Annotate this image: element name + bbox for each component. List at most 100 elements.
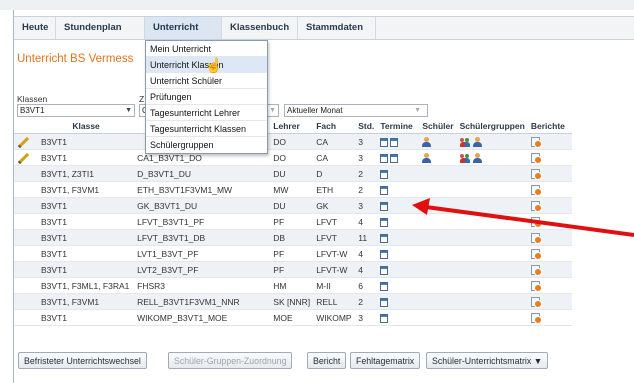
col-berichte: Berichte — [527, 119, 572, 134]
report-icon[interactable] — [530, 136, 542, 148]
befristeter-unterrichtswechsel-button[interactable]: Befristeter Unterrichtswechsel — [18, 352, 147, 369]
calendar-icon[interactable] — [380, 169, 389, 179]
group-icon[interactable] — [459, 137, 470, 147]
student-icon[interactable] — [422, 152, 432, 163]
calendar-icon[interactable] — [380, 217, 389, 227]
table-row[interactable]: B3VT1 DO CA 3 — [14, 133, 572, 150]
cell-berichte — [527, 149, 572, 166]
period-select-value: Aktueller Monat — [287, 106, 343, 115]
cell-termine — [377, 133, 420, 150]
klassen-select[interactable]: B3VT1 ▼ — [17, 104, 135, 117]
cell-std: 4 — [355, 245, 378, 262]
tab-stammdaten[interactable]: Stammdaten — [298, 17, 376, 39]
menu-item-tagesunterricht-klassen[interactable]: Tagesunterricht Klassen — [146, 121, 267, 137]
calendar-icon[interactable] — [390, 137, 399, 147]
col-std[interactable]: Std. — [355, 119, 378, 134]
cell-unterricht: LFVT_B3VT1_DB — [134, 229, 271, 246]
calendar-icon[interactable] — [380, 137, 389, 147]
report-icon[interactable] — [530, 296, 542, 308]
cell-schuelergruppen — [456, 261, 528, 278]
col-klasse[interactable]: Klasse — [38, 119, 135, 134]
schueler-gruppen-zuordnung-button[interactable]: Schüler-Gruppen-Zuordnung — [168, 352, 293, 369]
cell-termine — [377, 245, 420, 262]
calendar-icon[interactable] — [380, 297, 389, 307]
cell-fach: WIKOMP — [313, 309, 356, 326]
calendar-icon[interactable] — [380, 185, 389, 195]
menu-item-pruefungen[interactable]: Prüfungen — [146, 89, 267, 105]
cell-termine — [377, 309, 420, 326]
table-row[interactable]: B3VT1, Z3TI1 D_B3VT1_DU DU D 2 — [14, 165, 572, 182]
col-termine: Termine — [377, 119, 420, 134]
report-icon[interactable] — [530, 152, 542, 164]
calendar-icon[interactable] — [380, 313, 389, 323]
report-icon[interactable] — [530, 280, 542, 292]
cell-unterricht: LVT1_B3VT_PF — [134, 245, 271, 262]
z-label: Z — [139, 94, 145, 104]
menu-item-schuelergruppen[interactable]: Schülergruppen — [146, 137, 267, 153]
cell-lehrer: MW — [270, 181, 314, 198]
tab-stundenplan[interactable]: Stundenplan — [56, 17, 145, 39]
cell-klasse: B3VT1 — [38, 133, 135, 150]
col-fach[interactable]: Fach — [313, 119, 356, 134]
col-lehrer[interactable]: Lehrer — [270, 119, 314, 134]
menu-item-mein-unterricht[interactable]: Mein Unterricht — [146, 41, 267, 57]
cell-fach: CA — [313, 149, 356, 166]
cell-berichte — [527, 165, 572, 182]
period-left-arrow[interactable]: ▼ — [268, 104, 279, 117]
cell-fach: RELL — [313, 293, 356, 310]
klassen-select-value: B3VT1 — [20, 106, 45, 115]
table-row[interactable]: B3VT1 LVT2_B3VT_PF PF LFVT-W 4 — [14, 261, 572, 278]
fehltagematrix-button[interactable]: Fehltagematrix — [350, 352, 421, 369]
tab-heute[interactable]: Heute — [14, 17, 56, 39]
report-icon[interactable] — [530, 248, 542, 260]
cell-klasse: B3VT1 — [38, 197, 135, 214]
calendar-icon[interactable] — [380, 201, 389, 211]
top-bar — [0, 0, 634, 10]
report-icon[interactable] — [530, 184, 542, 196]
cell-klasse: B3VT1 — [38, 309, 135, 326]
table-row[interactable]: B3VT1, F3VM1 RELL_B3VT1F3VM1_NNR SK [NNR] R… — [14, 293, 572, 310]
edit-cell — [14, 165, 39, 182]
pencil-icon[interactable] — [17, 136, 30, 148]
pencil-icon[interactable] — [17, 152, 30, 164]
cell-berichte — [527, 245, 572, 262]
calendar-icon[interactable] — [380, 249, 389, 259]
calendar-icon[interactable] — [380, 281, 389, 291]
cell-schuelergruppen — [456, 181, 528, 198]
cell-std: 2 — [355, 165, 378, 182]
cell-std: 4 — [355, 213, 378, 230]
table-row[interactable]: B3VT1 WIKOMP_B3VT1_MOE MOE WIKOMP 3 — [14, 309, 572, 326]
table-row[interactable]: B3VT1 CA1_B3VT1_DO DO CA 3 — [14, 149, 572, 166]
table-row[interactable]: B3VT1 LVT1_B3VT_PF PF LFVT-W 4 — [14, 245, 572, 262]
calendar-icon[interactable] — [380, 233, 389, 243]
chevron-down-icon: ▼ — [414, 107, 421, 114]
report-icon[interactable] — [530, 168, 542, 180]
cell-lehrer: SK [NNR] — [270, 293, 314, 310]
schueler-unterrichtsmatrix-button[interactable]: Schüler-Unterrichtsmatrix ▼ — [426, 352, 549, 369]
report-icon[interactable] — [530, 264, 542, 276]
cell-lehrer: DB — [270, 229, 314, 246]
menu-item-unterricht-schueler[interactable]: Unterricht Schüler — [146, 73, 267, 89]
calendar-icon[interactable] — [380, 265, 389, 275]
cell-termine — [377, 277, 420, 294]
menu-item-tagesunterricht-lehrer[interactable]: Tagesunterricht Lehrer — [146, 105, 267, 121]
student-icon[interactable] — [472, 136, 482, 147]
student-icon[interactable] — [472, 152, 482, 163]
tab-klassenbuch[interactable]: Klassenbuch — [222, 17, 298, 39]
table-row[interactable]: B3VT1, F3VM1 ETH_B3VT1F3VM1_MW MW ETH 2 — [14, 181, 572, 198]
tab-unterricht[interactable]: Unterricht — [145, 17, 222, 39]
col-schueler: Schüler — [419, 119, 457, 134]
calendar-icon[interactable] — [380, 153, 389, 163]
table-row[interactable]: B3VT1, F3ML1, F3RA1 FHSR3 HM M-II 6 — [14, 277, 572, 294]
cell-schuelergruppen — [456, 165, 528, 182]
calendar-icon[interactable] — [390, 153, 399, 163]
cell-unterricht: LFVT_B3VT1_PF — [134, 213, 271, 230]
cell-fach: M-II — [313, 277, 356, 294]
cell-fach: LFVT — [313, 229, 356, 246]
period-select[interactable]: Aktueller Monat ▼ — [284, 104, 428, 117]
group-icon[interactable] — [459, 153, 470, 163]
student-icon[interactable] — [422, 136, 432, 147]
report-icon[interactable] — [530, 312, 542, 324]
bericht-button[interactable]: Bericht — [307, 352, 347, 369]
cell-klasse: B3VT1 — [38, 261, 135, 278]
